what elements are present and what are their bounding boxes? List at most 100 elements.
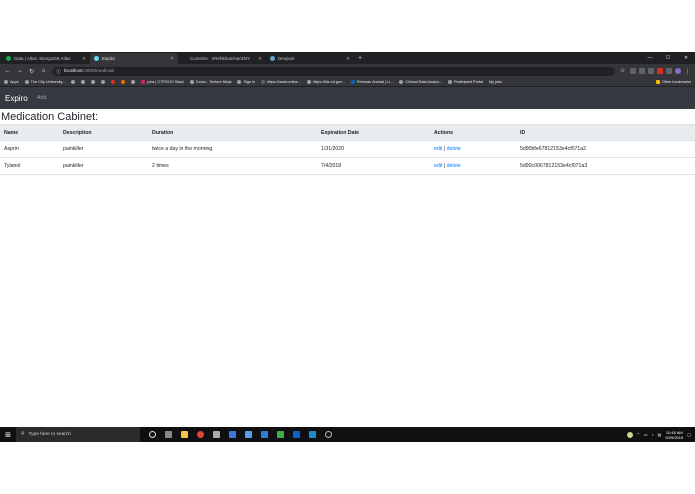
bookmark-star-icon[interactable]: ☆ (620, 68, 627, 74)
new-tab-icon[interactable]: + (354, 53, 366, 64)
address-bar[interactable]: ⓘ localhost :3000/medicab (52, 66, 615, 76)
column-header-expiration-date: Expiration Date (317, 124, 430, 141)
table-header-row: Name Description Duration Expiration Dat… (0, 124, 695, 141)
taskbar-search-box[interactable]: ⚲ Type here to search (16, 427, 140, 442)
browser-tab[interactable]: Devpost ✕ (266, 53, 354, 64)
close-icon[interactable]: ✕ (170, 56, 174, 62)
tray-app-icon[interactable] (626, 431, 633, 438)
bookmark-favicon-icon (448, 80, 453, 84)
taskbar-clock[interactable]: 10:45 AM 9/29/2019 (665, 430, 683, 440)
page-title: Medication Cabinet: (1, 111, 99, 123)
keyboard-icon[interactable]: ▤ (658, 432, 662, 437)
bookmark-item[interactable]: Clinical Data Analys... (399, 80, 442, 84)
bookmark-favicon-icon (91, 80, 96, 84)
url-path: :3000/medicab (82, 68, 115, 74)
folder-icon (655, 80, 660, 84)
task-view-icon[interactable] (165, 431, 172, 438)
maximize-icon[interactable]: ☐ (659, 52, 677, 64)
reload-icon[interactable]: ↻ (28, 68, 35, 75)
minimize-icon[interactable]: — (641, 52, 659, 64)
extension-icon[interactable] (657, 68, 663, 74)
security-shield-icon[interactable] (277, 431, 284, 438)
browser-tab[interactable]: Data | Atlas: MongoDB Atlas ✕ (2, 53, 90, 64)
column-header-id: ID (516, 124, 695, 141)
volume-icon[interactable]: ♪ (652, 432, 654, 437)
notifications-icon[interactable]: ▢ (687, 432, 691, 437)
bookmark-item[interactable]: My jobs (489, 80, 502, 84)
action-separator: | (443, 163, 446, 169)
settings-gear-icon[interactable] (213, 431, 220, 438)
bookmark-item[interactable]: Participant Portal (448, 80, 483, 84)
browser-tab[interactable]: Commits · nRehkhan/HackNY ✕ (178, 53, 266, 64)
forward-arrow-icon[interactable]: → (16, 68, 23, 74)
bookmark-item[interactable]: Rehman Arshad | Li... (350, 80, 393, 84)
extension-icon[interactable] (648, 68, 654, 74)
nav-add-link[interactable]: Add (37, 95, 47, 101)
edit-link[interactable]: edit (434, 163, 442, 169)
file-explorer-icon[interactable] (181, 431, 188, 438)
extension-icon[interactable] (666, 68, 672, 74)
cell-actions: edit | delete (430, 157, 516, 175)
cell-description: painkiller (59, 140, 148, 158)
bookmark-item[interactable]: The City University... (24, 80, 65, 84)
bookmark-icon-only[interactable] (101, 80, 106, 84)
linkedin-icon (350, 80, 355, 84)
bookmark-favicon-icon (237, 80, 242, 84)
tab-title: Devpost (278, 56, 295, 61)
info-icon[interactable]: ⓘ (56, 68, 61, 75)
bookmark-icon-only[interactable] (131, 80, 136, 84)
delete-link[interactable]: delete (447, 146, 461, 152)
close-icon[interactable]: ✕ (82, 56, 86, 62)
bookmark-icon-only[interactable] (91, 80, 96, 84)
apps-grid-icon (4, 80, 8, 84)
cell-id: 5d90bfe67812153e4cf071a2 (516, 140, 695, 158)
clock-date: 9/29/2019 (665, 434, 684, 440)
back-arrow-icon[interactable]: ← (4, 68, 11, 74)
bookmark-favicon-icon (131, 80, 136, 84)
close-window-icon[interactable]: ✕ (677, 52, 695, 64)
store-icon[interactable] (245, 431, 252, 438)
slack-icon (141, 80, 146, 84)
bookmark-item[interactable]: Sign in (237, 80, 255, 84)
vscode-icon[interactable] (309, 431, 316, 438)
bookmark-icon-only[interactable] (81, 80, 86, 84)
photos-icon[interactable] (261, 431, 268, 438)
bookmark-icon-only[interactable] (111, 80, 116, 84)
close-icon[interactable]: ✕ (258, 56, 262, 62)
column-header-name: Name (0, 124, 59, 141)
column-header-description: Description (59, 124, 148, 141)
bookmark-item[interactable]: https://www.online... (261, 80, 301, 84)
bookmark-item[interactable]: https://bfa.ed.gov... (306, 80, 345, 84)
profile-avatar-icon[interactable] (675, 68, 681, 74)
bookmark-favicon-icon (101, 80, 106, 84)
network-icon[interactable]: ▭ (644, 432, 648, 437)
home-icon[interactable]: ⌂ (40, 68, 47, 74)
clock-time: 10:45 AM (665, 429, 683, 435)
bookmark-icon-only[interactable] (121, 80, 126, 84)
chevron-up-icon[interactable]: ⌃ (637, 432, 640, 437)
bookmark-item[interactable]: Doors - Texture Ninja (189, 80, 231, 84)
cortana-icon[interactable] (149, 431, 156, 438)
mail-icon[interactable] (229, 431, 236, 438)
extension-icon[interactable] (639, 68, 645, 74)
edit-link[interactable]: edit (434, 146, 442, 152)
extension-icon[interactable] (630, 68, 636, 74)
menu-kebab-icon[interactable]: ⋮ (684, 68, 691, 75)
bookmark-favicon-icon (111, 80, 116, 84)
bookmark-icon-only[interactable] (71, 80, 76, 84)
close-icon[interactable]: ✕ (346, 56, 350, 62)
chrome-icon[interactable] (197, 431, 204, 438)
windows-start-icon[interactable]: ⊞ (0, 431, 16, 439)
app-icon[interactable] (325, 431, 332, 438)
other-bookmarks[interactable]: Other bookmarks (655, 80, 691, 84)
bookmark-item[interactable]: Apps (4, 80, 19, 84)
bookmark-item[interactable]: jobs | CTP2019 Slack (141, 80, 184, 84)
app-navbar: Expiro Add (0, 87, 695, 109)
delete-link[interactable]: delete (447, 163, 461, 169)
column-header-duration: Duration (148, 124, 317, 141)
browser-tab-strip: Data | Atlas: MongoDB Atlas ✕ Expiro ✕ C… (0, 52, 695, 64)
react-favicon-icon (94, 56, 99, 61)
browser-tab-active[interactable]: Expiro ✕ (90, 53, 178, 64)
outlook-icon[interactable] (293, 431, 300, 438)
brand-link[interactable]: Expiro (5, 94, 28, 103)
